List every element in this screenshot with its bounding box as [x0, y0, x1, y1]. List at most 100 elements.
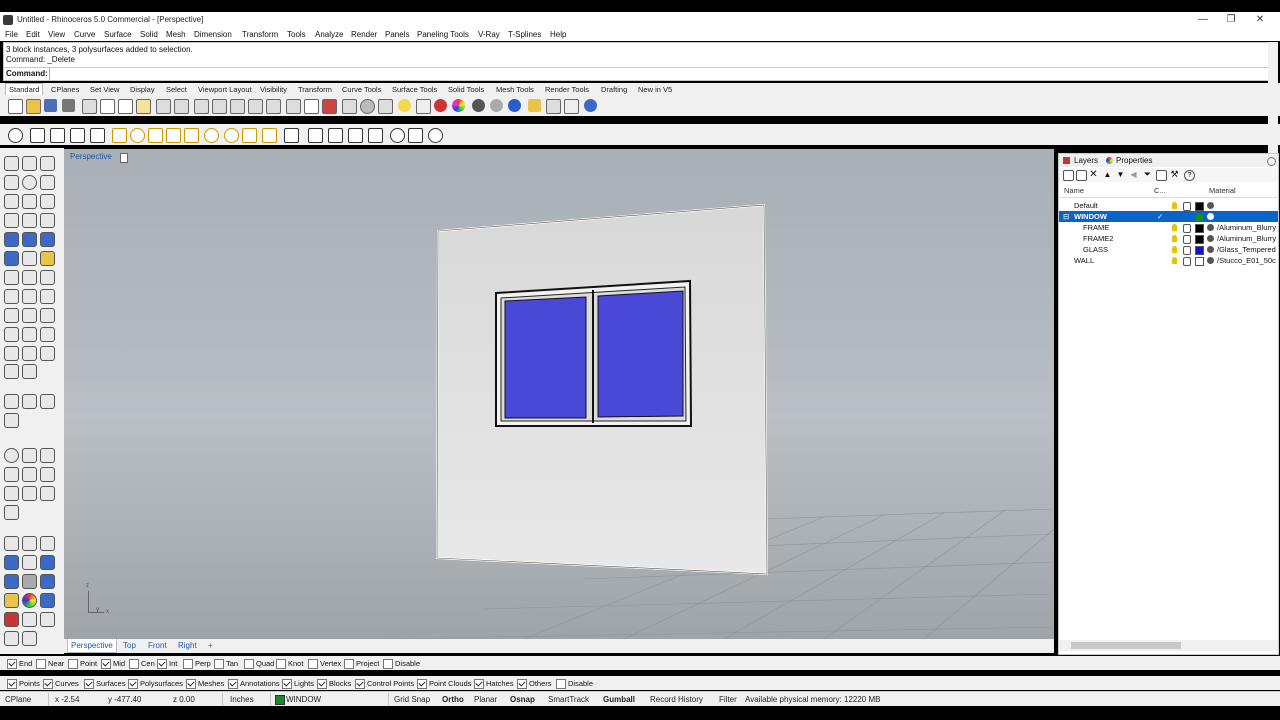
osnap-checkbox-4[interactable] — [129, 659, 139, 669]
star-tool-2-icon[interactable] — [22, 394, 37, 409]
filter-label-2[interactable]: Surfaces — [96, 679, 126, 688]
tab-solid-tools[interactable]: Solid Tools — [448, 85, 484, 94]
move-out-icon[interactable]: ◀ — [1129, 170, 1138, 179]
command-input[interactable] — [49, 68, 1266, 80]
sun-icon[interactable] — [528, 99, 541, 112]
status-smarttrack[interactable]: SmartTrack — [548, 695, 589, 704]
mesh-light-icon[interactable] — [224, 128, 239, 143]
viewtab-front[interactable]: Front — [148, 641, 167, 650]
tsplines-pipe-icon[interactable] — [4, 593, 19, 608]
tsplines-box-icon[interactable] — [4, 536, 19, 551]
render-sphere-icon[interactable] — [472, 99, 485, 112]
visibility-bulb-icon[interactable] — [1172, 246, 1177, 253]
lock-icon[interactable] — [416, 99, 431, 114]
save-icon[interactable] — [44, 99, 57, 112]
tsplines-convert-icon[interactable] — [4, 631, 19, 646]
point-icon[interactable] — [22, 156, 37, 171]
vray-clipper-icon[interactable] — [4, 505, 19, 520]
filter-checkbox-3[interactable] — [128, 679, 138, 689]
arc-icon[interactable] — [40, 175, 55, 190]
wireframe-icon[interactable] — [342, 99, 357, 114]
undo-view-icon[interactable] — [286, 99, 301, 114]
tab-display[interactable]: Display — [130, 85, 155, 94]
help-icon[interactable] — [584, 99, 597, 112]
glass-pane-left[interactable] — [504, 296, 587, 419]
tab-new-in-v5[interactable]: New in V5 — [638, 85, 672, 94]
osnap-label-11[interactable]: Project — [356, 659, 379, 668]
layer-color-swatch[interactable] — [1195, 224, 1204, 233]
sphere-light-icon[interactable] — [130, 128, 145, 143]
omni-light-icon[interactable] — [148, 128, 163, 143]
four-viewports-icon[interactable] — [304, 99, 319, 114]
viewtab-top[interactable]: Top — [123, 641, 136, 650]
layer-color-swatch[interactable] — [1195, 246, 1204, 255]
array-icon[interactable] — [40, 327, 55, 342]
tsplines-manipulator-icon[interactable] — [22, 612, 37, 627]
tab-surface-tools[interactable]: Surface Tools — [392, 85, 437, 94]
block-icon[interactable] — [40, 346, 55, 361]
material-ball-icon[interactable] — [1207, 257, 1214, 264]
menu-tools[interactable]: Tools — [287, 30, 306, 39]
tab-layers[interactable]: Layers — [1074, 156, 1098, 165]
osnap-checkbox-1[interactable] — [36, 659, 46, 669]
star-tool-icon[interactable] — [4, 394, 19, 409]
osnap-checkbox-9[interactable] — [276, 659, 286, 669]
viewtab-right[interactable]: Right — [178, 641, 197, 650]
filter-checkbox-6[interactable] — [282, 679, 292, 689]
osnap-checkbox-3[interactable] — [101, 659, 111, 669]
extrude-icon[interactable] — [22, 232, 37, 247]
mirror-icon[interactable] — [22, 327, 37, 342]
status-record-history[interactable]: Record History — [650, 695, 703, 704]
menu-paneling-tools[interactable]: Paneling Tools — [417, 30, 469, 39]
group-icon[interactable] — [22, 346, 37, 361]
layer-icon[interactable] — [434, 99, 447, 112]
lock-icon[interactable] — [1183, 224, 1191, 233]
camera-icon[interactable] — [284, 128, 299, 143]
filter-checkbox-12[interactable] — [556, 679, 566, 689]
osnap-checkbox-6[interactable] — [183, 659, 193, 669]
osnap-checkbox-7[interactable] — [214, 659, 224, 669]
add-viewport-icon[interactable]: + — [208, 641, 213, 650]
layer-name[interactable]: WINDOW — [1074, 212, 1107, 221]
tsplines-cube-icon[interactable] — [22, 574, 37, 589]
rectangle-icon[interactable] — [22, 194, 37, 209]
circle-icon[interactable] — [22, 175, 37, 190]
osnap-label-4[interactable]: Cen — [141, 659, 155, 668]
restore-button[interactable]: ❐ — [1216, 13, 1246, 27]
ies-light-icon[interactable] — [184, 128, 199, 143]
fur-icon[interactable] — [328, 128, 343, 143]
filter-checkbox-4[interactable] — [186, 679, 196, 689]
osnap-label-9[interactable]: Knot — [288, 659, 303, 668]
tab-curve-tools[interactable]: Curve Tools — [342, 85, 381, 94]
status-cplane[interactable]: CPlane — [5, 695, 31, 704]
star-tool-4-icon[interactable] — [4, 413, 19, 428]
tsplines-bridge-icon[interactable] — [40, 555, 55, 570]
vray-light-icon[interactable] — [40, 467, 55, 482]
viewport-menu-arrow-icon[interactable] — [120, 153, 128, 163]
osnap-checkbox-0[interactable] — [7, 659, 17, 669]
filter-label-5[interactable]: Annotations — [240, 679, 280, 688]
options-icon[interactable] — [546, 99, 561, 114]
move-up-icon[interactable]: ▲ — [1103, 170, 1112, 179]
trim-icon[interactable] — [40, 289, 55, 304]
layer-row[interactable]: WALL/Stucco_E01_50c — [1059, 255, 1278, 266]
filter-icon[interactable]: ⏷ — [1143, 170, 1152, 179]
pan-icon[interactable] — [174, 99, 189, 114]
zoom-extents-icon[interactable] — [248, 99, 263, 114]
offset-curve-icon[interactable] — [22, 213, 37, 228]
new-layer-icon[interactable] — [1063, 170, 1074, 181]
add-icon[interactable] — [428, 128, 443, 143]
layer-hscrollbar[interactable] — [1059, 640, 1278, 651]
column-current[interactable]: C... — [1154, 186, 1166, 195]
polyline-icon[interactable] — [40, 156, 55, 171]
collapse-icon[interactable]: ⊟ — [1063, 212, 1069, 221]
filter-label-0[interactable]: Points — [19, 679, 40, 688]
menu-edit[interactable]: Edit — [26, 30, 40, 39]
column-material[interactable]: Material — [1209, 186, 1236, 195]
new-sublayer-icon[interactable] — [1076, 170, 1087, 181]
light-bulb-icon[interactable] — [398, 99, 411, 112]
new-file-icon[interactable] — [8, 99, 23, 114]
print-icon[interactable] — [62, 99, 75, 112]
material-sphere-icon[interactable] — [490, 99, 503, 112]
move-down-icon[interactable]: ▼ — [1116, 170, 1125, 179]
